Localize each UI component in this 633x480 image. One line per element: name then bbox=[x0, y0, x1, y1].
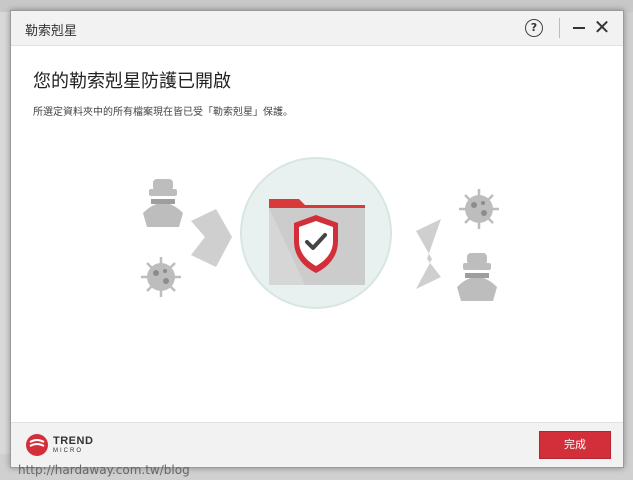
trend-micro-logo-icon bbox=[26, 434, 48, 456]
trend-micro-logo: TREND MICRO bbox=[25, 433, 105, 459]
page-title: 您的勒索剋星防護已開啟 bbox=[33, 71, 231, 92]
hacker-icon-right bbox=[457, 253, 497, 301]
minimize-button[interactable] bbox=[573, 27, 585, 29]
footer-bar: TREND MICRO 完成 bbox=[11, 422, 623, 467]
protection-illustration bbox=[141, 157, 499, 309]
titlebar-divider bbox=[559, 18, 560, 38]
window-title: 勒索剋星 bbox=[25, 24, 78, 39]
done-button[interactable]: 完成 bbox=[539, 431, 611, 459]
help-button[interactable]: ? bbox=[525, 19, 543, 37]
close-button[interactable]: ✕ bbox=[591, 16, 613, 38]
deflect-arrow-left bbox=[191, 209, 232, 267]
logo-text-trend: TREND bbox=[53, 435, 94, 447]
watermark-text: http://hardaway.com.tw/blog bbox=[18, 463, 190, 477]
logo-text-micro: MICRO bbox=[53, 448, 83, 454]
virus-icon-right bbox=[459, 189, 499, 229]
hacker-icon-left bbox=[143, 179, 183, 227]
deflect-arrow-right bbox=[416, 219, 441, 289]
description-text: 所選定資料夾中的所有檔案現在皆已受「勒索剋星」保護。 bbox=[33, 107, 293, 118]
virus-icon-left bbox=[141, 257, 181, 297]
ransomware-dialog: 勒索剋星 ? ✕ 您的勒索剋星防護已開啟 所選定資料夾中的所有檔案現在皆已受「勒… bbox=[10, 10, 624, 468]
titlebar: 勒索剋星 ? ✕ bbox=[11, 11, 623, 46]
